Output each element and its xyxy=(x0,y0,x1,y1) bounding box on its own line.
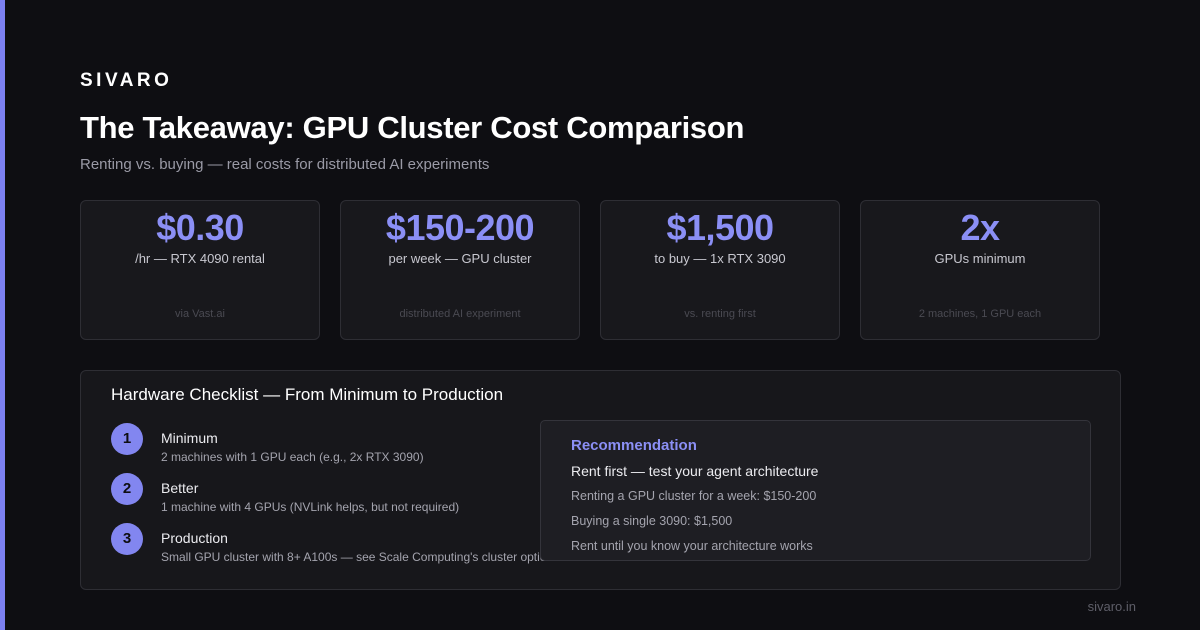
stat-card-buy: $1,500 to buy — 1x RTX 3090 vs. renting … xyxy=(600,200,840,340)
hardware-checklist-panel: Hardware Checklist — From Minimum to Pro… xyxy=(80,370,1121,590)
step-number-badge: 3 xyxy=(111,523,143,555)
footer-url: sivaro.in xyxy=(1087,599,1136,614)
stat-note: vs. renting first xyxy=(684,308,756,320)
stats-row: $0.30 /hr — RTX 4090 rental via Vast.ai … xyxy=(80,200,1101,340)
stat-label: per week — GPU cluster xyxy=(388,251,532,266)
stat-value: $0.30 xyxy=(156,207,244,248)
step-name: Production xyxy=(161,530,228,546)
recommendation-title: Recommendation xyxy=(571,437,697,454)
checklist-title: Hardware Checklist — From Minimum to Pro… xyxy=(111,385,504,404)
step-description: 2 machines with 1 GPU each (e.g., 2x RTX… xyxy=(161,450,424,464)
step-number-badge: 1 xyxy=(111,423,143,455)
page-title: The Takeaway: GPU Cluster Cost Compariso… xyxy=(80,110,745,145)
stat-note: 2 machines, 1 GPU each xyxy=(918,308,1042,320)
stat-card-rental: $0.30 /hr — RTX 4090 rental via Vast.ai xyxy=(80,200,320,340)
slide: SIVARO The Takeaway: GPU Cluster Cost Co… xyxy=(0,0,1200,630)
step-description: 1 machine with 4 GPUs (NVLink helps, but… xyxy=(161,500,460,514)
stat-label: GPUs minimum xyxy=(934,251,1026,266)
recommendation-line: Renting a GPU cluster for a week: $150-2… xyxy=(571,489,817,503)
stat-note: distributed AI experiment xyxy=(399,308,521,320)
step-description: Small GPU cluster with 8+ A100s — see Sc… xyxy=(161,550,560,564)
stat-card-minimum: 2x GPUs minimum 2 machines, 1 GPU each xyxy=(860,200,1100,340)
recommendation-box: Recommendation Rent first — test your ag… xyxy=(540,420,1091,561)
stat-note: via Vast.ai xyxy=(175,308,225,320)
recommendation-line: Rent until you know your architecture wo… xyxy=(571,539,813,553)
stat-label: to buy — 1x RTX 3090 xyxy=(654,251,786,266)
stat-label: /hr — RTX 4090 rental xyxy=(135,251,265,266)
brand-logo: SIVARO xyxy=(80,70,173,91)
recommendation-line: Buying a single 3090: $1,500 xyxy=(571,514,733,528)
recommendation-lead: Rent first — test your agent architectur… xyxy=(571,463,819,479)
stat-value: 2x xyxy=(960,207,1000,248)
step-name: Better xyxy=(161,480,199,496)
step-number-badge: 2 xyxy=(111,473,143,505)
step-name: Minimum xyxy=(161,430,218,446)
accent-bar xyxy=(0,0,5,630)
stat-value: $1,500 xyxy=(666,207,774,248)
stat-value: $150-200 xyxy=(385,207,535,248)
page-subtitle: Renting vs. buying — real costs for dist… xyxy=(80,156,490,173)
stat-card-cluster: $150-200 per week — GPU cluster distribu… xyxy=(340,200,580,340)
